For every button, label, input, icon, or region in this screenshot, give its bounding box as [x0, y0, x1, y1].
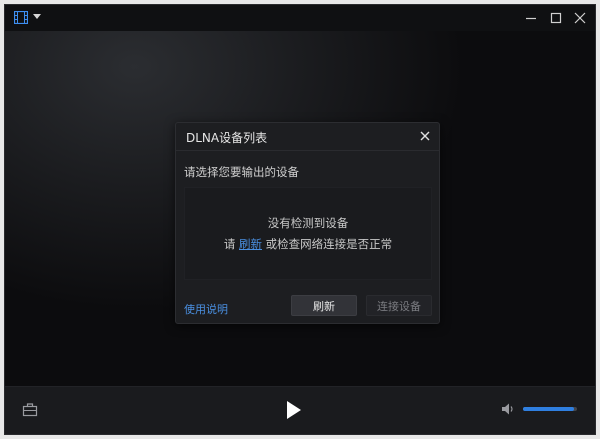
toolbox-icon[interactable] — [22, 402, 38, 417]
control-bar — [5, 386, 595, 434]
player-window: DLNA设备列表 请选择您要输出的设备 没有检测到设备 请 刷新 或检查网络连接… — [4, 4, 596, 435]
empty-message: 没有检测到设备 — [267, 216, 349, 230]
hint-prefix: 请 — [223, 237, 239, 251]
dialog-prompt: 请选择您要输出的设备 — [184, 165, 299, 179]
empty-hint: 请 刷新 或检查网络连接是否正常 — [185, 236, 431, 252]
hint-suffix: 或检查网络连接是否正常 — [262, 237, 393, 251]
film-icon[interactable] — [14, 11, 28, 24]
volume-fill — [523, 407, 574, 411]
close-window-button[interactable] — [567, 9, 593, 27]
dialog-title: DLNA设备列表 — [186, 131, 268, 145]
title-bar — [5, 5, 595, 31]
refresh-link[interactable]: 刷新 — [239, 237, 262, 251]
dlna-dialog: DLNA设备列表 请选择您要输出的设备 没有检测到设备 请 刷新 或检查网络连接… — [175, 122, 440, 324]
dialog-header: DLNA设备列表 — [176, 123, 439, 151]
minimize-button[interactable] — [518, 9, 544, 27]
refresh-button[interactable]: 刷新 — [291, 295, 357, 316]
volume-slider[interactable] — [523, 407, 577, 411]
caret-down-icon[interactable] — [33, 14, 41, 19]
help-link[interactable]: 使用说明 — [184, 301, 228, 317]
device-list: 没有检测到设备 请 刷新 或检查网络连接是否正常 — [184, 187, 432, 280]
volume-icon[interactable] — [501, 402, 515, 416]
maximize-button[interactable] — [543, 9, 569, 27]
play-icon[interactable] — [285, 400, 303, 420]
close-icon[interactable] — [417, 128, 433, 144]
connect-device-button[interactable]: 连接设备 — [366, 295, 432, 316]
